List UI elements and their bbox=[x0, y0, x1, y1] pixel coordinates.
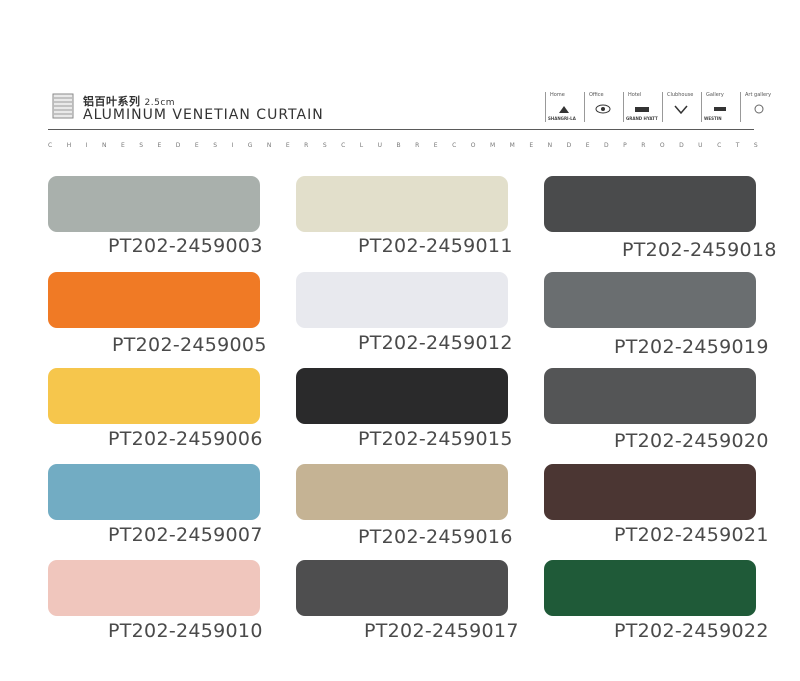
brand-home: Home SHANGRI-LA bbox=[545, 92, 584, 122]
tagline-letter: U bbox=[377, 142, 383, 149]
tagline-letter: E bbox=[120, 142, 125, 149]
eye-logo-icon bbox=[595, 104, 611, 114]
color-swatch bbox=[544, 176, 756, 232]
color-swatch bbox=[544, 368, 756, 424]
color-swatch bbox=[544, 464, 756, 520]
swatch-code: PT202-2459020 bbox=[614, 430, 769, 452]
brand-category-label: Gallery bbox=[706, 92, 724, 98]
brand-name: SHANGRI-LA bbox=[548, 116, 576, 121]
color-swatch bbox=[296, 464, 508, 520]
swatch-code: PT202-2459006 bbox=[108, 428, 263, 450]
tagline-letter: D bbox=[679, 142, 684, 149]
tagline-letter: D bbox=[175, 142, 181, 149]
tagline-letter: U bbox=[698, 142, 703, 149]
tagline-letter: C bbox=[341, 142, 346, 149]
tagline-letter: E bbox=[529, 142, 534, 149]
tagline-letter: M bbox=[489, 142, 496, 149]
brand-category-label: Clubhouse bbox=[667, 92, 694, 98]
brand-name: WESTIN bbox=[704, 116, 722, 121]
brand-clubhouse: Clubhouse bbox=[662, 92, 701, 122]
swatch-code: PT202-2459011 bbox=[358, 235, 513, 257]
tagline-letter: C bbox=[452, 142, 457, 149]
color-swatch bbox=[544, 272, 756, 328]
swatch-code: PT202-2459010 bbox=[108, 620, 263, 642]
tagline-letter: E bbox=[585, 142, 590, 149]
brand-category-label: Art gallery bbox=[745, 92, 772, 98]
header-divider bbox=[48, 129, 754, 130]
crest-logo-icon bbox=[559, 106, 569, 113]
swatch-code: PT202-2459015 bbox=[358, 428, 513, 450]
hotel-wordmark-icon bbox=[635, 107, 649, 112]
color-swatch bbox=[296, 368, 508, 424]
color-swatch bbox=[296, 272, 508, 328]
tagline-letter: P bbox=[623, 142, 627, 149]
tagline-letter: T bbox=[735, 142, 740, 149]
color-swatch bbox=[48, 464, 260, 520]
brand-category-label: Hotel bbox=[628, 92, 642, 98]
tagline-letter: G bbox=[247, 142, 253, 149]
brand-hotel: Hotel GRAND HYATT bbox=[623, 92, 662, 122]
tagline-letter: N bbox=[547, 142, 553, 149]
tagline-letter: R bbox=[641, 142, 646, 149]
tagline: CHINESEDESIGNERSCLUBRECOMMENDEDPRODUCTS bbox=[48, 142, 758, 149]
brand-office: Office bbox=[584, 92, 623, 122]
tagline-letter: E bbox=[194, 142, 199, 149]
tagline-letter: S bbox=[322, 142, 327, 149]
brand-art-gallery: Art gallery bbox=[740, 92, 779, 122]
tagline-letter: D bbox=[566, 142, 572, 149]
swatch-code: PT202-2459005 bbox=[112, 334, 267, 356]
tagline-letter: S bbox=[753, 142, 758, 149]
tagline-letter: N bbox=[101, 142, 107, 149]
swatch-code: PT202-2459016 bbox=[358, 526, 513, 548]
brand-name: GRAND HYATT bbox=[626, 116, 658, 121]
tagline-letter: R bbox=[304, 142, 309, 149]
tagline-letter: M bbox=[509, 142, 515, 149]
tagline-letter: I bbox=[85, 142, 88, 149]
circle-logo-icon bbox=[754, 104, 764, 114]
color-swatch bbox=[296, 560, 508, 616]
tagline-letter: H bbox=[66, 142, 72, 149]
swatch-code: PT202-2459007 bbox=[108, 524, 263, 546]
tagline-letter: O bbox=[470, 142, 476, 149]
swatch-code: PT202-2459018 bbox=[622, 239, 777, 261]
series-title-english: ALUMINUM VENETIAN CURTAIN bbox=[83, 107, 324, 123]
color-swatch bbox=[544, 560, 756, 616]
tagline-letter: E bbox=[433, 142, 438, 149]
tagline-letter: E bbox=[157, 142, 162, 149]
swatch-code: PT202-2459012 bbox=[358, 332, 513, 354]
brand-gallery: Gallery WESTIN bbox=[701, 92, 740, 122]
tagline-letter: O bbox=[659, 142, 665, 149]
tagline-letter: D bbox=[603, 142, 609, 149]
color-swatch bbox=[48, 560, 260, 616]
tagline-letter: L bbox=[359, 142, 364, 149]
catalog-header: 铝百叶系列 2.5cm ALUMINUM VENETIAN CURTAIN Hom… bbox=[0, 0, 800, 160]
brand-category-label: Home bbox=[550, 92, 565, 98]
shield-logo-icon bbox=[674, 105, 688, 114]
westin-logo-icon bbox=[714, 107, 726, 111]
color-swatch bbox=[48, 368, 260, 424]
tagline-letter: C bbox=[48, 142, 53, 149]
tagline-letter: B bbox=[396, 142, 401, 149]
brand-category-label: Office bbox=[589, 92, 604, 98]
swatch-code: PT202-2459003 bbox=[108, 235, 263, 257]
tagline-letter: S bbox=[139, 142, 144, 149]
swatch-code: PT202-2459017 bbox=[364, 620, 519, 642]
color-swatch bbox=[48, 176, 260, 232]
tagline-letter: N bbox=[266, 142, 272, 149]
tagline-letter: R bbox=[415, 142, 420, 149]
color-swatch bbox=[48, 272, 260, 328]
tagline-letter: I bbox=[231, 142, 234, 149]
brand-logos: Home SHANGRI-LA Office Hotel GRAND HYATT Club… bbox=[545, 92, 779, 124]
tagline-letter: E bbox=[285, 142, 290, 149]
swatch-code: PT202-2459019 bbox=[614, 336, 769, 358]
venetian-blind-icon bbox=[52, 93, 74, 119]
swatch-code: PT202-2459022 bbox=[614, 620, 769, 642]
tagline-letter: S bbox=[213, 142, 217, 149]
color-swatch bbox=[296, 176, 508, 232]
tagline-letter: C bbox=[717, 142, 722, 149]
swatch-code: PT202-2459021 bbox=[614, 524, 769, 546]
